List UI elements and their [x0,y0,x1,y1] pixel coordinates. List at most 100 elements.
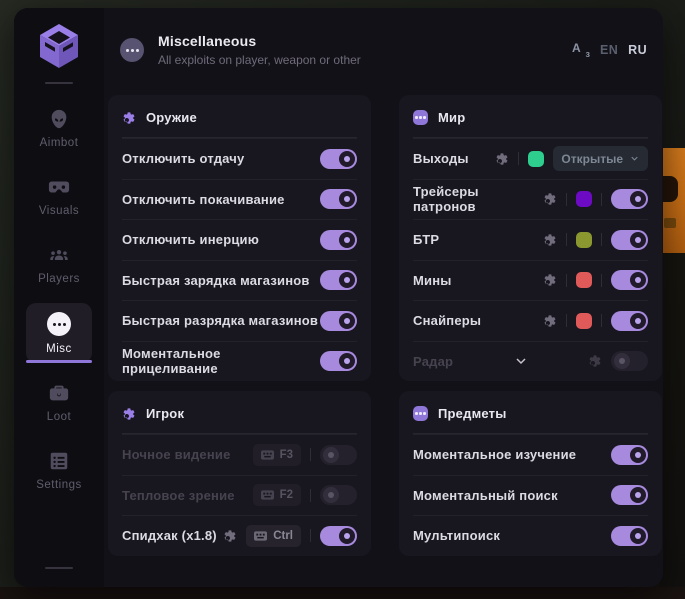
section-items: Предметы Моментальное изучение Моменталь… [399,391,662,556]
toggle-switch[interactable] [611,311,648,331]
toggle-switch[interactable] [611,270,648,290]
toggle-switch[interactable] [320,189,357,209]
gear-icon[interactable] [543,233,557,247]
section-world: Мир Выходы Открытые [399,95,662,381]
sidebar-item-settings[interactable]: Settings [26,441,92,499]
content-grid: Оружие Отключить отдачу Отключить покачи… [104,92,663,587]
feature-label: Моментальное изучение [413,447,576,462]
feature-row: Выходы Открытые [413,138,648,179]
color-swatch[interactable] [576,313,592,329]
gear-icon[interactable] [223,529,237,543]
color-swatch[interactable] [576,272,592,288]
page-header: Miscellaneous All exploits on player, we… [104,8,663,92]
background-game-fragment [660,148,685,253]
gear-icon [122,111,136,125]
keybind-badge[interactable]: Ctrl [246,525,301,547]
keyboard-icon [254,531,267,541]
color-swatch[interactable] [576,191,592,207]
ellipsis-badge-icon [120,38,144,62]
toggle-switch[interactable] [611,526,648,546]
sidebar-item-label: Visuals [39,205,79,217]
lang-en-button[interactable]: EN [600,43,618,57]
sidebar-item-loot[interactable]: Loot [26,373,92,431]
gear-icon[interactable] [588,354,602,368]
toggle-switch[interactable] [611,485,648,505]
toggle-switch[interactable] [611,189,648,209]
feature-row: Снайперы [413,300,648,341]
feature-row: Моментальный поиск [413,475,648,516]
toggle-switch[interactable] [611,445,648,465]
sidebar-divider-bottom [45,567,73,569]
toggle-switch[interactable] [320,230,357,250]
section-title: Оружие [146,110,197,125]
translate-icon: Aз [572,42,590,58]
feature-label: Отключить инерцию [122,232,259,247]
section-player: Игрок Ночное видение F3 Теплов [108,391,371,556]
dots-badge-icon [413,406,428,421]
sidebar-item-label: Misc [46,343,72,355]
chevron-down-icon[interactable] [513,353,529,369]
sidebar-item-visuals[interactable]: Visuals [26,167,92,225]
toggle-switch[interactable] [611,230,648,250]
toggle-switch[interactable] [611,351,648,371]
feature-label: Моментальное прицеливание [122,346,320,376]
keybind-label: Ctrl [273,530,293,542]
feature-row: Мины [413,260,648,301]
feature-row: БТР [413,219,648,260]
feature-row: Спидхак (x1.8) Ctrl [122,515,357,556]
feature-row: Отключить покачивание [122,179,357,220]
feature-label: БТР [413,232,439,247]
feature-label: Спидхак (x1.8) [122,528,217,543]
feature-row-radar: Радар [413,341,648,382]
section-title: Предметы [438,406,507,421]
sidebar-item-players[interactable]: Players [26,235,92,293]
feature-label: Отключить покачивание [122,192,285,207]
sidebar-item-aimbot[interactable]: Aimbot [26,99,92,157]
gear-icon[interactable] [495,152,509,166]
keyboard-icon [261,490,274,500]
gear-icon [122,407,136,421]
background-right-edge [660,253,685,587]
sidebar-item-misc[interactable]: Misc [26,303,92,363]
toggle-switch[interactable] [320,270,357,290]
gear-icon[interactable] [543,192,557,206]
toggle-switch[interactable] [320,149,357,169]
people-icon [48,244,70,266]
toggle-switch[interactable] [320,485,357,505]
toggle-switch[interactable] [320,526,357,546]
toggle-switch[interactable] [320,351,357,371]
feature-row: Быстрая зарядка магазинов [122,260,357,301]
color-swatch[interactable] [576,232,592,248]
feature-label: Моментальный поиск [413,488,558,503]
exits-dropdown[interactable]: Открытые [553,146,648,171]
toggle-switch[interactable] [320,445,357,465]
feature-row: Отключить инерцию [122,219,357,260]
feature-label: Мины [413,273,452,288]
feature-row: Быстрая разрядка магазинов [122,300,357,341]
feature-row: Моментальное изучение [413,434,648,475]
feature-label: Тепловое зрение [122,488,235,503]
app-logo-cube-icon [37,22,81,70]
feature-label: Быстрая разрядка магазинов [122,313,318,328]
background-bottom-strip [0,587,685,599]
feature-label: Выходы [413,151,469,166]
keyboard-icon [261,450,274,460]
color-swatch[interactable] [528,151,544,167]
lang-ru-button[interactable]: RU [628,43,647,57]
keybind-badge[interactable]: F2 [253,484,301,506]
sidebar-divider-top [45,82,73,84]
feature-label: Снайперы [413,313,481,328]
list-settings-icon [48,450,70,472]
toggle-switch[interactable] [320,311,357,331]
keybind-label: F2 [280,489,293,501]
feature-label: Радар [413,354,453,369]
gear-icon[interactable] [543,273,557,287]
gear-icon[interactable] [543,314,557,328]
page-subtitle: All exploits on player, weapon or other [158,53,361,67]
keybind-badge[interactable]: F3 [253,444,301,466]
feature-row: Моментальное прицеливание [122,341,357,382]
sidebar-item-label: Aimbot [40,137,79,149]
feature-row: Трейсеры патронов [413,179,648,220]
sidebar-item-label: Players [38,273,80,285]
main-area: Miscellaneous All exploits on player, we… [104,8,663,587]
